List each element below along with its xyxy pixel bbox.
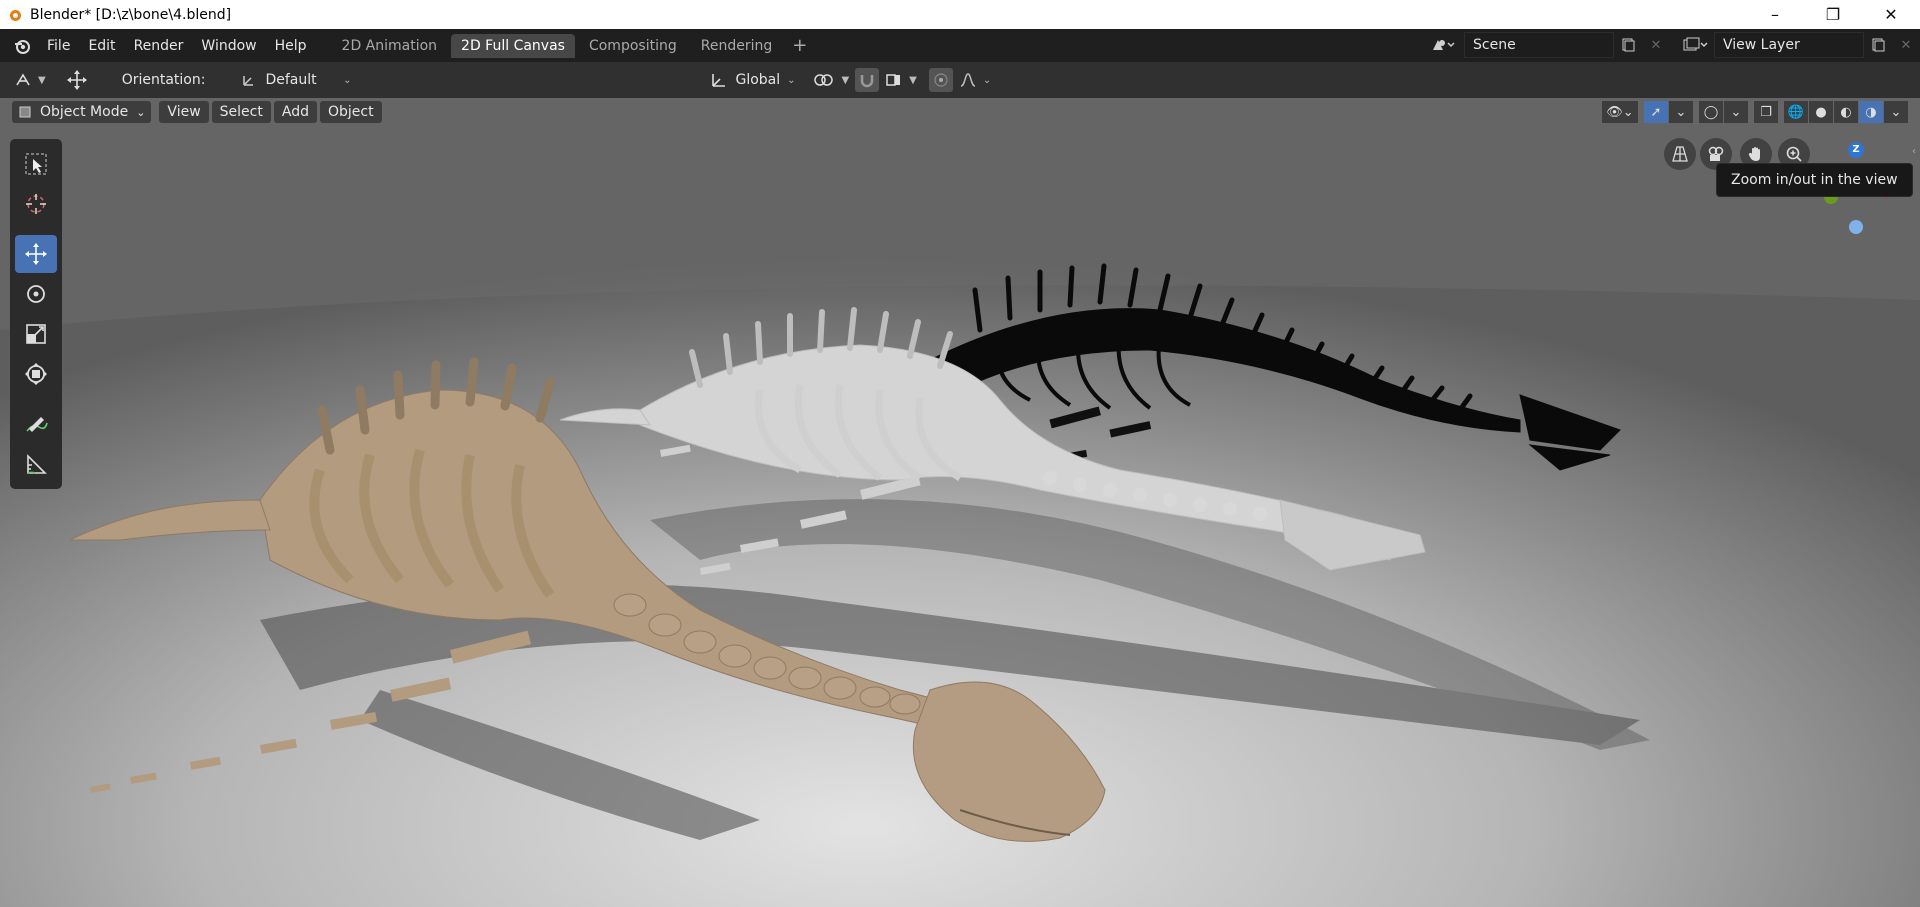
menu-file[interactable]: File — [38, 38, 79, 54]
rendered-shading-icon[interactable]: ◑ — [1859, 101, 1883, 123]
delete-view-layer-icon[interactable]: ✕ — [1892, 33, 1920, 57]
close-icon[interactable]: ✕ — [1862, 0, 1920, 29]
overlays-icon[interactable]: ◯ — [1699, 101, 1723, 123]
add-workspace-icon[interactable]: + — [786, 35, 813, 56]
move-tool-icon[interactable] — [15, 235, 57, 273]
material-shading-icon[interactable]: ◐ — [1834, 101, 1858, 123]
3d-viewport[interactable]: Object Mode ⌄ View Select Add Object 👁⌄ … — [0, 98, 1920, 907]
menu-window[interactable]: Window — [192, 38, 265, 54]
viewport-shading-group: 👁⌄ ➚ ⌄ ◯ ⌄ ❐ 🌐 ● ◐ ◑ ⌄ — [1601, 101, 1908, 123]
mode-value: Object Mode — [40, 104, 129, 120]
window-controls: – ❐ ✕ — [1746, 0, 1920, 29]
editor-type-dropdown[interactable]: ▼ — [8, 68, 52, 92]
transform-tool-icon[interactable] — [15, 355, 57, 393]
object-visibility-icon[interactable]: 👁⌄ — [1602, 101, 1638, 123]
move-tool-icon[interactable] — [60, 68, 94, 92]
tool-settings-header: ▼ Orientation: Default ⌄ Global ⌄ ▼ ▼ ⌄ — [0, 62, 1920, 98]
wireframe-shading-icon[interactable]: 🌐 — [1784, 101, 1808, 123]
scene-name-field[interactable]: Scene — [1464, 32, 1614, 58]
scale-tool-icon[interactable] — [15, 315, 57, 353]
menu-render[interactable]: Render — [125, 38, 193, 54]
view-layer-icon[interactable] — [1676, 33, 1714, 57]
axis-neg-z-gizmo[interactable] — [1849, 220, 1863, 234]
object-menu[interactable]: Object — [319, 101, 382, 123]
snap-target-dropdown[interactable]: ▼ — [879, 68, 923, 92]
select-box-tool-icon[interactable] — [15, 145, 57, 183]
restore-icon[interactable]: ❐ — [1804, 0, 1862, 29]
axis-z-gizmo[interactable]: Z — [1848, 142, 1864, 158]
pivot-point-dropdown[interactable]: ▼ — [807, 68, 855, 92]
gizmo-toggle-icon[interactable]: ➚ — [1644, 101, 1668, 123]
tab-2d-animation[interactable]: 2D Animation — [332, 34, 448, 58]
window-title: Blender* [D:\z\bone\4.blend] — [30, 6, 232, 23]
mode-dropdown[interactable]: Object Mode ⌄ — [12, 101, 152, 123]
sidebar-toggle-icon[interactable]: ‹ — [1912, 146, 1920, 158]
transform-orientation-dropdown[interactable]: Global ⌄ — [703, 68, 801, 92]
cursor-tool-icon[interactable] — [15, 185, 57, 223]
proportional-falloff-dropdown[interactable]: ⌄ — [953, 68, 997, 92]
main-menu: File Edit Render Window Help — [38, 38, 316, 54]
zoom-tooltip: Zoom in/out in the view — [1716, 163, 1913, 197]
workspace-tabs: 2D Animation 2D Full Canvas Compositing … — [332, 33, 814, 59]
snap-toggle-icon[interactable] — [855, 68, 880, 92]
view-layer-name: View Layer — [1723, 37, 1800, 53]
axis-z-label: Z — [1852, 144, 1860, 155]
view-menu[interactable]: View — [159, 101, 209, 123]
scene-icon[interactable] — [1424, 33, 1464, 57]
viewport-scene — [0, 98, 1920, 907]
tab-2d-full-canvas[interactable]: 2D Full Canvas — [451, 33, 575, 58]
blender-menu-icon[interactable] — [10, 34, 34, 58]
add-menu[interactable]: Add — [273, 101, 317, 123]
solid-shading-icon[interactable]: ● — [1809, 101, 1833, 123]
transform-orientation-value: Global — [735, 72, 781, 88]
rotate-tool-icon[interactable] — [15, 275, 57, 313]
scene-name: Scene — [1473, 37, 1516, 53]
minimize-icon[interactable]: – — [1746, 0, 1804, 29]
xray-icon[interactable]: ❐ — [1754, 101, 1778, 123]
shading-dropdown-icon[interactable]: ⌄ — [1884, 101, 1908, 123]
annotate-tool-icon[interactable] — [15, 405, 57, 443]
overlays-dropdown-icon[interactable]: ⌄ — [1724, 101, 1748, 123]
blender-logo-icon — [8, 7, 24, 23]
proportional-editing-icon[interactable] — [928, 68, 953, 92]
view-layer-field[interactable]: View Layer — [1714, 32, 1864, 58]
orientation-value: Default — [265, 72, 317, 88]
tab-rendering[interactable]: Rendering — [691, 34, 783, 58]
menu-help[interactable]: Help — [266, 38, 316, 54]
top-bar: File Edit Render Window Help 2D Animatio… — [0, 29, 1920, 62]
tab-compositing[interactable]: Compositing — [579, 34, 687, 58]
measure-tool-icon[interactable] — [15, 445, 57, 483]
gizmo-dropdown-icon[interactable]: ⌄ — [1669, 101, 1693, 123]
delete-scene-icon[interactable]: ✕ — [1642, 33, 1670, 57]
viewport-header: Object Mode ⌄ View Select Add Object 👁⌄ … — [0, 98, 1920, 126]
new-scene-icon[interactable] — [1614, 33, 1642, 57]
new-view-layer-icon[interactable] — [1864, 33, 1892, 57]
select-menu[interactable]: Select — [211, 101, 271, 123]
orientation-dropdown[interactable]: Default ⌄ — [235, 68, 357, 92]
menu-edit[interactable]: Edit — [79, 38, 124, 54]
window-titlebar: Blender* [D:\z\bone\4.blend] – ❐ ✕ — [0, 0, 1920, 29]
toggle-perspective-icon[interactable] — [1664, 138, 1696, 170]
scene-selector-group: Scene ✕ View Layer ✕ — [1424, 32, 1920, 58]
orientation-label: Orientation: — [121, 72, 206, 88]
tool-shelf — [10, 139, 62, 489]
